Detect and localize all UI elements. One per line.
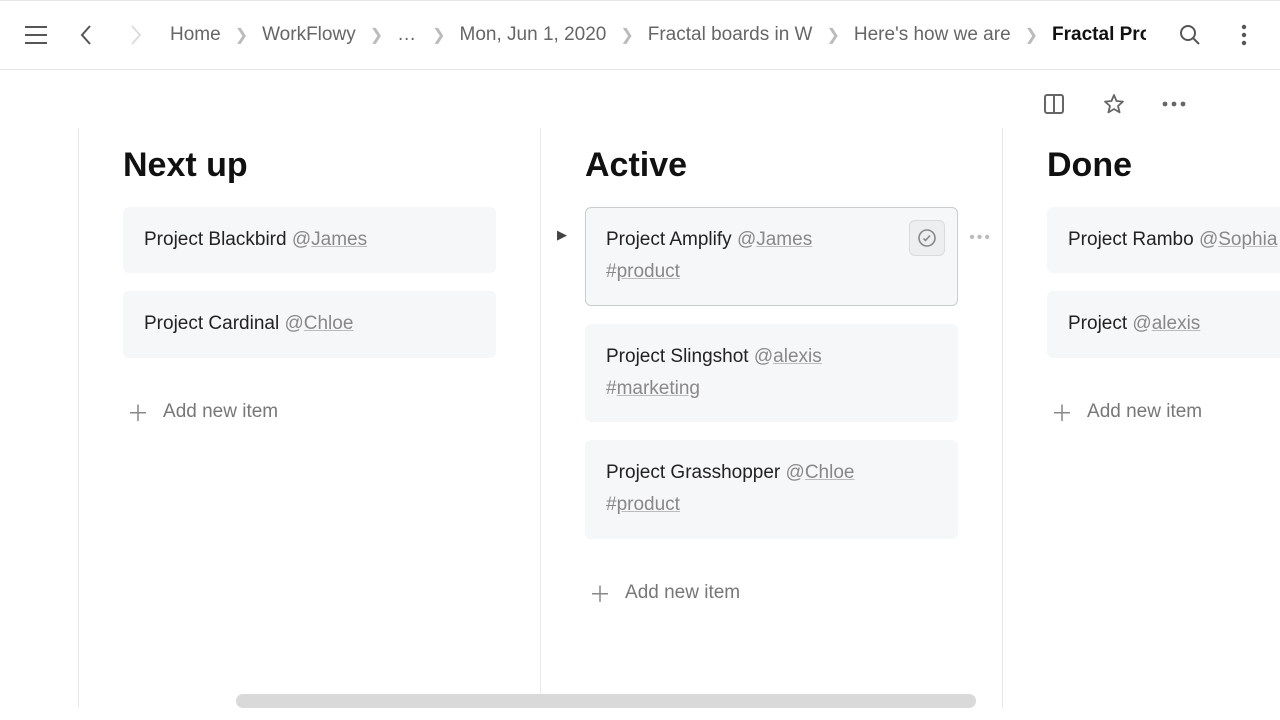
chevron-right-icon: ❯ [620, 25, 633, 45]
breadcrumb-overflow[interactable]: … [397, 24, 418, 46]
kanban-board: Next up Project Blackbird @James Project… [78, 128, 1280, 708]
board-column-done: Done Project Rambo @Sophia Project @alex… [1002, 128, 1280, 708]
board-card[interactable]: Project Slingshot @alexis #marketing [585, 324, 958, 423]
card-complete-button[interactable] [909, 220, 945, 256]
mention[interactable]: alexis [1152, 313, 1201, 334]
menu-icon[interactable] [20, 19, 52, 51]
breadcrumb-item[interactable]: WorkFlowy [262, 24, 356, 46]
mention[interactable]: Chloe [304, 313, 354, 334]
mention[interactable]: alexis [773, 346, 822, 367]
add-item-button[interactable]: ＋ Add new item [585, 557, 958, 629]
board-column-active: Active ▶ Project Amplify @James #product… [540, 128, 1002, 708]
board-card[interactable]: Project Blackbird @James [123, 207, 496, 273]
star-icon[interactable] [1098, 88, 1130, 120]
card-title: Project Blackbird [144, 229, 287, 250]
nav-back-button[interactable] [70, 19, 102, 51]
column-title[interactable]: Done [1047, 146, 1280, 185]
tag[interactable]: marketing [617, 378, 700, 399]
board-card[interactable]: Project @alexis [1047, 291, 1280, 357]
plus-icon: ＋ [1051, 396, 1073, 428]
tag[interactable]: product [617, 494, 680, 515]
column-title[interactable]: Active [585, 146, 958, 185]
board-card[interactable]: Project Grasshopper @Chloe #product [585, 440, 958, 539]
tag[interactable]: product [617, 261, 680, 282]
chevron-right-icon: ❯ [826, 25, 839, 45]
add-item-button[interactable]: ＋ Add new item [123, 376, 496, 448]
breadcrumb-item[interactable]: Here's how we are [854, 24, 1011, 46]
chevron-right-icon: ❯ [235, 25, 248, 45]
mention[interactable]: James [311, 229, 367, 250]
column-title[interactable]: Next up [123, 146, 496, 185]
chevron-right-icon: ❯ [370, 25, 383, 45]
more-horizontal-icon[interactable] [1158, 88, 1190, 120]
breadcrumb-item[interactable]: Home [170, 24, 221, 46]
nav-forward-button [120, 19, 152, 51]
search-icon[interactable] [1174, 19, 1206, 51]
breadcrumb-item[interactable]: Mon, Jun 1, 2020 [460, 24, 607, 46]
add-item-label: Add new item [163, 401, 278, 423]
mention[interactable]: Chloe [805, 462, 855, 483]
board-column-next-up: Next up Project Blackbird @James Project… [78, 128, 540, 708]
breadcrumb-item[interactable]: Fractal boards in W [648, 24, 813, 46]
card-title: Project Grasshopper [606, 462, 780, 483]
top-toolbar: Home ❯ WorkFlowy ❯ … ❯ Mon, Jun 1, 2020 … [0, 0, 1280, 70]
more-vertical-icon[interactable] [1228, 19, 1260, 51]
breadcrumb: Home ❯ WorkFlowy ❯ … ❯ Mon, Jun 1, 2020 … [170, 24, 1146, 46]
card-title: Project Rambo [1068, 229, 1194, 250]
add-item-label: Add new item [625, 582, 740, 604]
add-item-label: Add new item [1087, 401, 1202, 423]
plus-icon: ＋ [127, 396, 149, 428]
mention[interactable]: James [756, 229, 812, 250]
board-card[interactable]: Project Cardinal @Chloe [123, 291, 496, 357]
expand-triangle-icon[interactable]: ▶ [557, 227, 567, 243]
board-view-icon[interactable] [1038, 88, 1070, 120]
chevron-right-icon: ❯ [432, 25, 445, 45]
mention[interactable]: Sophia [1218, 229, 1277, 250]
page-actions [0, 70, 1280, 128]
card-more-icon[interactable]: ••• [969, 229, 992, 247]
card-title: Project Cardinal [144, 313, 279, 334]
horizontal-scrollbar[interactable] [236, 694, 976, 708]
board-card[interactable]: Project Amplify @James #product [585, 207, 958, 306]
add-item-button[interactable]: ＋ Add new item [1047, 376, 1280, 448]
plus-icon: ＋ [589, 577, 611, 609]
card-title: Project Amplify [606, 229, 732, 250]
board-card[interactable]: Project Rambo @Sophia [1047, 207, 1280, 273]
card-title: Project [1068, 313, 1127, 334]
breadcrumb-current[interactable]: Fractal Projects [1052, 24, 1146, 46]
chevron-right-icon: ❯ [1025, 25, 1038, 45]
card-title: Project Slingshot [606, 346, 749, 367]
